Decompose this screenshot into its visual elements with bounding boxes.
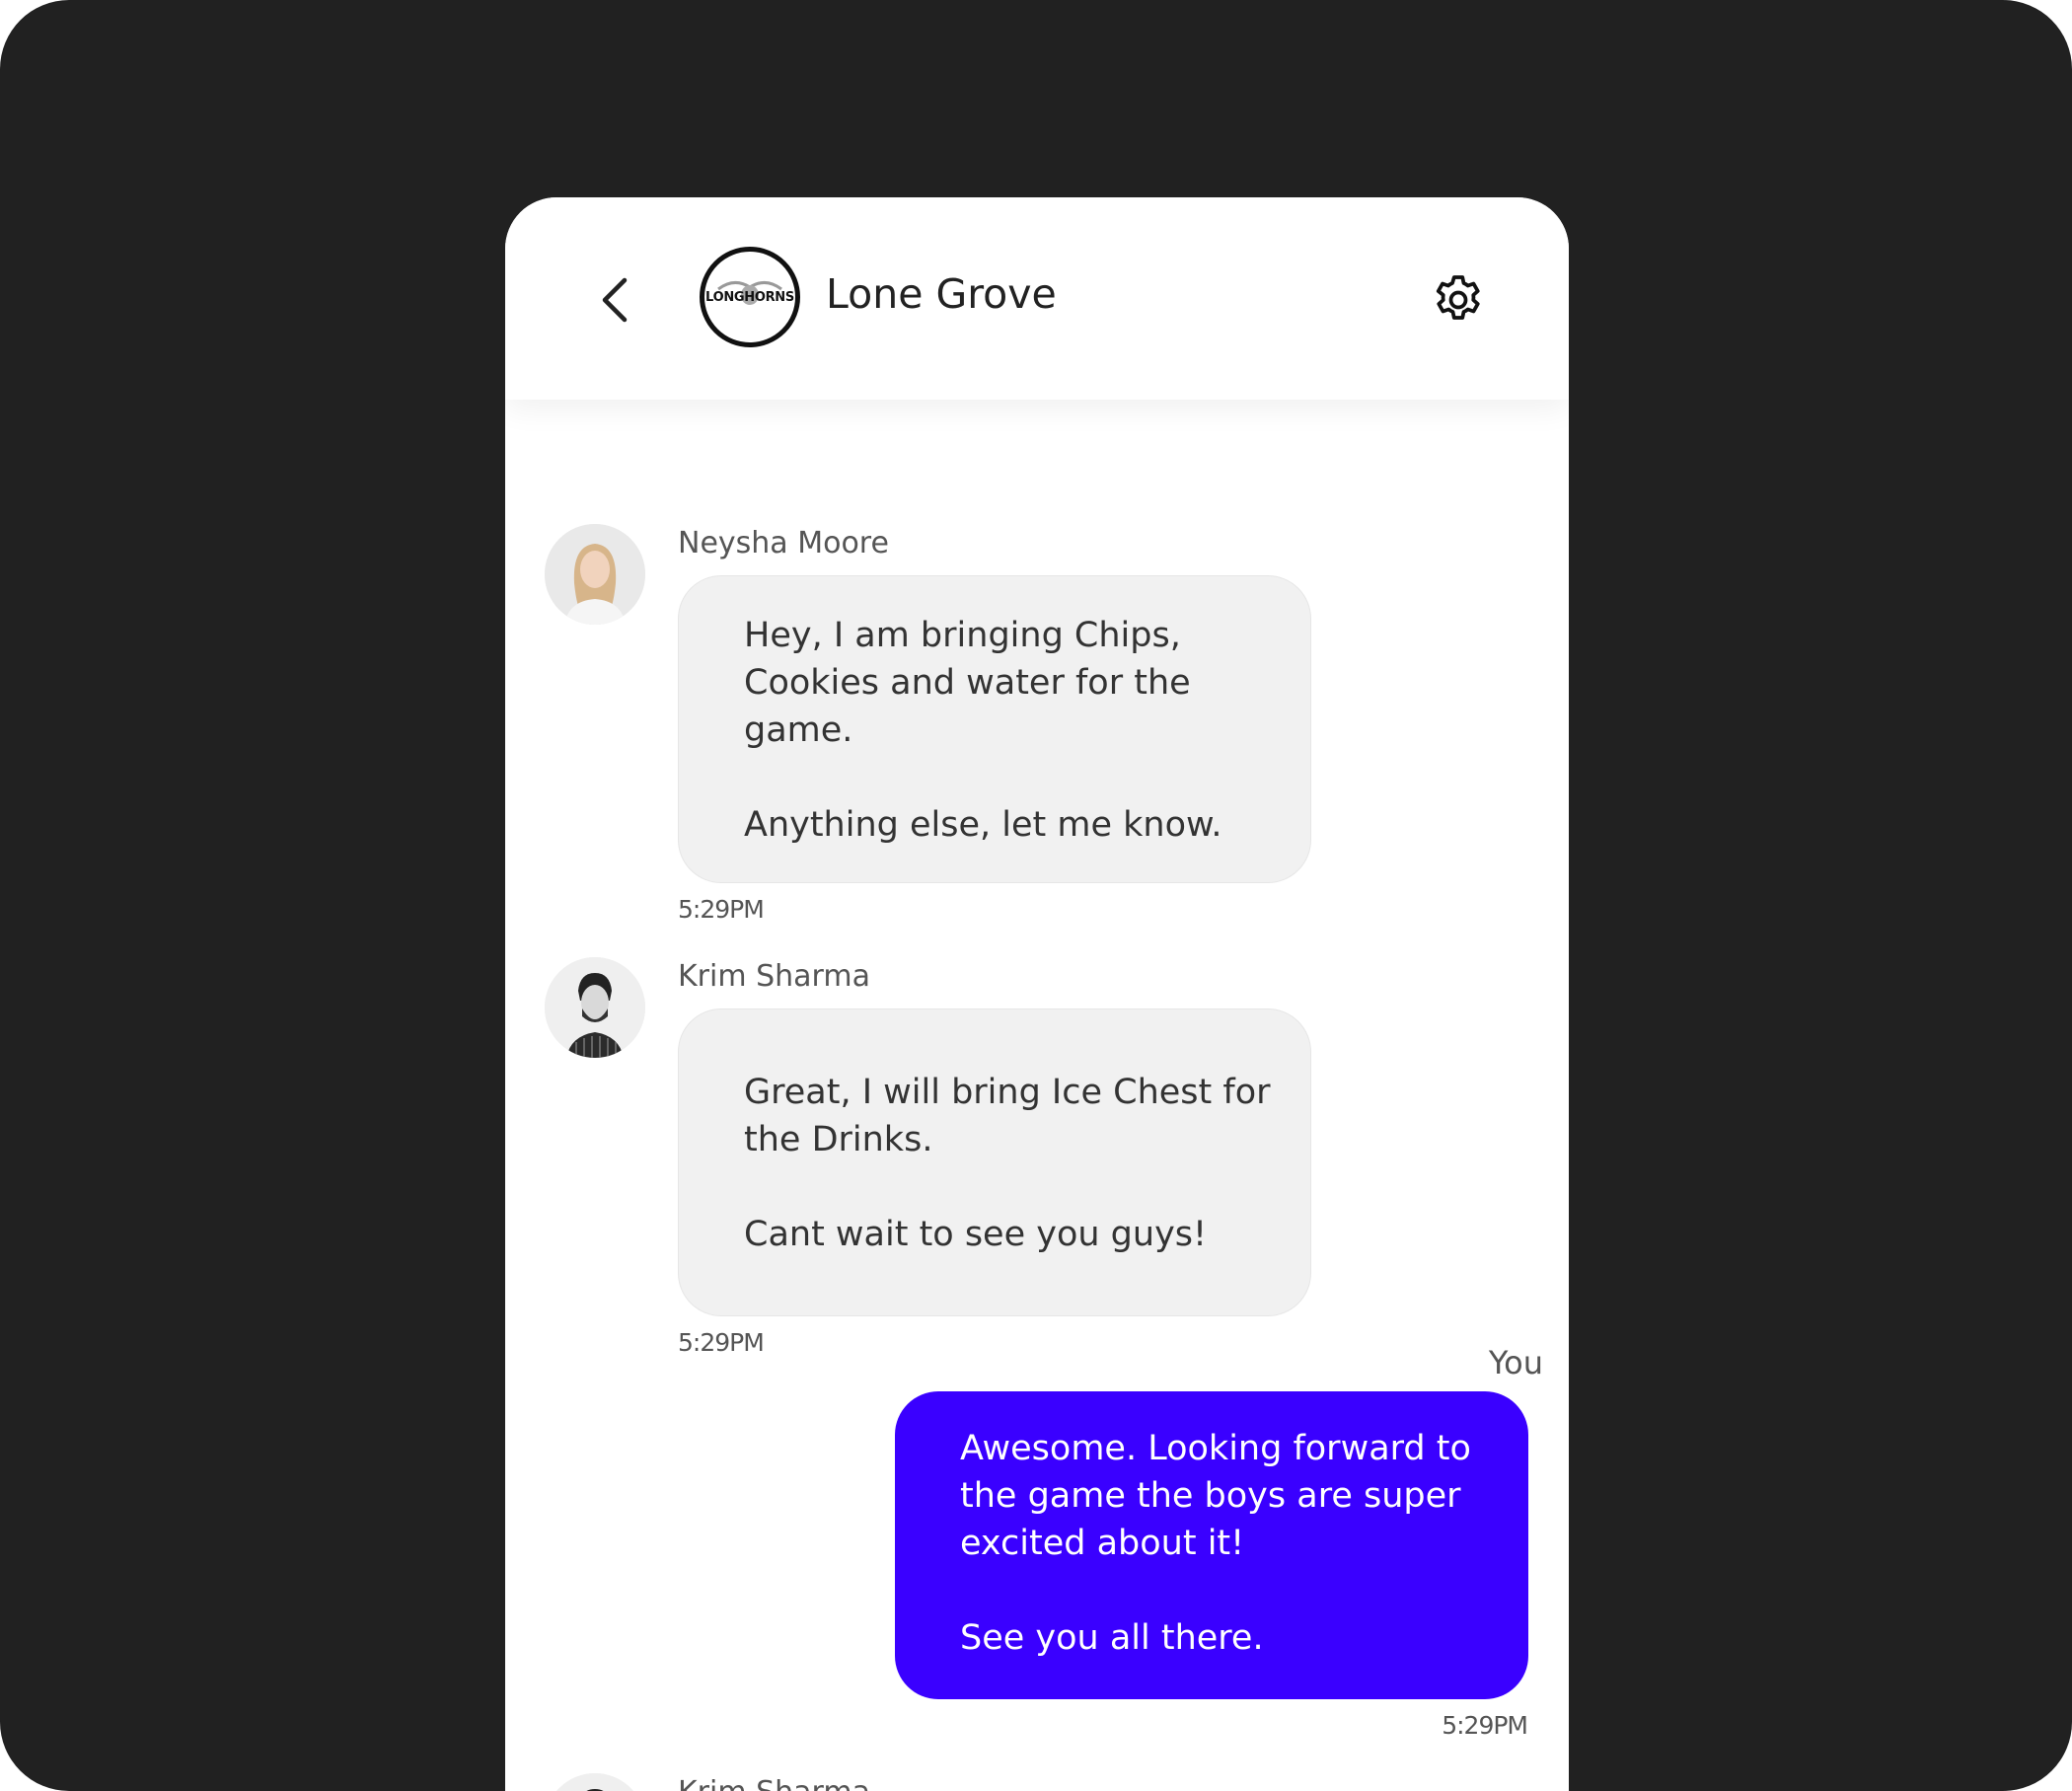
- sender-name: Neysha Moore: [678, 526, 889, 560]
- chat-screen: LONGHORNS Lone Grove Neysha Moore Hey, I…: [505, 197, 1569, 1791]
- chat-title: Lone Grove: [826, 270, 1057, 318]
- message-text: Hey, I am bringing Chips, Cookies and wa…: [744, 616, 1191, 750]
- message-text: Awesome. Looking forward to the game the…: [960, 1429, 1471, 1563]
- team-logo: LONGHORNS: [700, 247, 800, 347]
- message-text: See you all there.: [960, 1618, 1264, 1658]
- message-time: 5:29PM: [1442, 1711, 1528, 1740]
- avatar-neysha-moore[interactable]: [545, 524, 645, 625]
- message-bubble[interactable]: Hey, I am bringing Chips, Cookies and wa…: [678, 575, 1311, 883]
- sender-name: You: [1488, 1344, 1543, 1381]
- sender-name: Krim Sharma: [678, 959, 870, 994]
- message-bubble[interactable]: Great, I will bring Ice Chest for the Dr…: [678, 1008, 1311, 1316]
- chevron-left-icon: [602, 277, 628, 323]
- avatar-krim-sharma[interactable]: [545, 957, 645, 1058]
- message-text: Cant wait to see you guys!: [744, 1215, 1208, 1254]
- message-time: 5:29PM: [678, 1328, 765, 1357]
- outgoing-message-bubble[interactable]: Awesome. Looking forward to the game the…: [895, 1391, 1528, 1699]
- message-text: Great, I will bring Ice Chest for the Dr…: [744, 1073, 1271, 1159]
- sender-name: Krim Sharma: [678, 1775, 870, 1791]
- person-photo-icon: [545, 1773, 645, 1791]
- person-photo-icon: [545, 957, 645, 1058]
- settings-button[interactable]: [1429, 270, 1488, 330]
- person-photo-icon: [545, 524, 645, 625]
- device-frame: LONGHORNS Lone Grove Neysha Moore Hey, I…: [0, 0, 2072, 1791]
- chat-header: LONGHORNS Lone Grove: [505, 197, 1569, 400]
- back-button[interactable]: [592, 272, 639, 328]
- avatar-krim-sharma[interactable]: [545, 1773, 645, 1791]
- logo-text: LONGHORNS: [705, 290, 794, 305]
- gear-icon: [1436, 275, 1480, 320]
- message-time: 5:29PM: [678, 895, 765, 924]
- message-text: Anything else, let me know.: [744, 805, 1222, 845]
